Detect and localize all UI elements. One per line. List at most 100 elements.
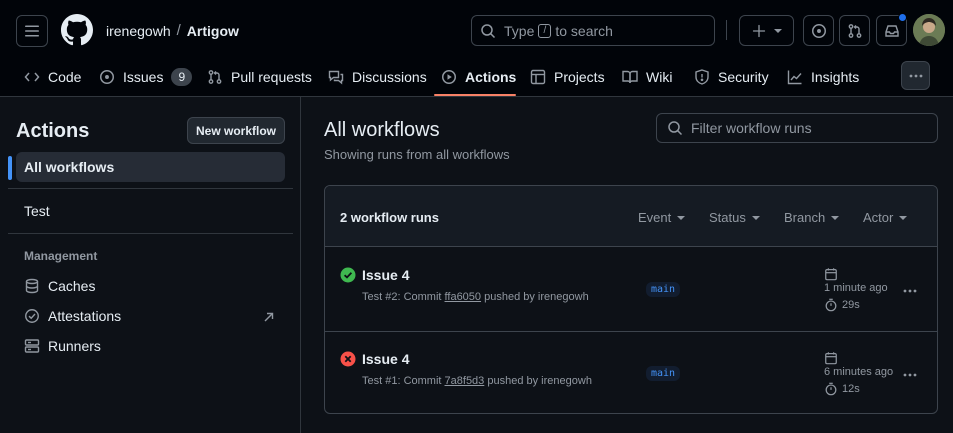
- server-icon: [24, 339, 40, 353]
- tab-projects[interactable]: Projects: [530, 58, 605, 96]
- menu-button[interactable]: [16, 15, 48, 47]
- runs-list-header: 2 workflow runs Event Status Branch Acto…: [325, 186, 937, 247]
- x-circle-icon: [340, 351, 356, 367]
- sidebar-item-runners[interactable]: Runners: [16, 331, 285, 361]
- event-filter-dropdown[interactable]: Event: [638, 210, 686, 225]
- pull-request-icon: [208, 70, 222, 84]
- search-prefix: Type: [504, 22, 535, 39]
- search-icon: [481, 23, 496, 38]
- repo-name-link[interactable]: Artigow: [187, 23, 239, 39]
- tab-code[interactable]: Code: [24, 58, 81, 96]
- verified-icon: [25, 309, 39, 323]
- kebab-horizontal-icon[interactable]: [902, 283, 918, 299]
- sidebar-divider-line: [8, 233, 293, 234]
- play-icon: [442, 70, 456, 84]
- tab-wiki[interactable]: Wiki: [622, 58, 672, 96]
- github-logo-icon[interactable]: [61, 14, 93, 46]
- run-duration: 29s: [842, 299, 860, 311]
- sidebar-item-label: Runners: [48, 338, 101, 354]
- sidebar-item-test[interactable]: Test: [16, 196, 285, 226]
- dropdown-label: Status: [709, 210, 746, 225]
- active-item-marker: [8, 156, 12, 180]
- inbox-icon: [884, 24, 899, 37]
- breadcrumb-separator: /: [176, 22, 181, 39]
- search-suffix: to search: [555, 22, 613, 39]
- sidebar-divider-line: [8, 188, 293, 189]
- branch-badge[interactable]: main: [646, 282, 681, 297]
- page-subtitle: Showing runs from all workflows: [324, 147, 510, 162]
- actor-filter-dropdown[interactable]: Actor: [863, 210, 908, 225]
- tab-issues[interactable]: Issues 9: [99, 58, 193, 96]
- tab-label: Wiki: [646, 69, 673, 85]
- your-issues-button[interactable]: [803, 15, 834, 46]
- stopwatch-icon: [825, 382, 837, 396]
- search-shortcut-key: /: [538, 23, 552, 38]
- dropdown-label: Event: [638, 210, 672, 225]
- create-new-button[interactable]: [739, 15, 794, 46]
- tab-label: Code: [48, 69, 82, 85]
- global-search[interactable]: Type / to search: [471, 15, 715, 46]
- sidebar-item-attestations[interactable]: Attestations: [16, 301, 285, 331]
- run-duration: 12s: [842, 383, 860, 395]
- tab-pull-requests[interactable]: Pull requests: [207, 58, 312, 96]
- run-meta-suffix: pushed by irenegowh: [487, 375, 592, 387]
- sidebar-item-label: Attestations: [48, 308, 122, 324]
- tab-insights[interactable]: Insights: [787, 58, 859, 96]
- search-icon: [668, 121, 683, 136]
- table-row[interactable]: Issue 4 Test #2: Commit ffa6050 pushed b…: [325, 248, 937, 331]
- tab-discussions[interactable]: Discussions: [328, 58, 427, 96]
- run-timing: 1 minute ago 29s: [824, 267, 888, 312]
- filter-runs-input[interactable]: Filter workflow runs: [656, 113, 938, 143]
- filter-placeholder: Filter workflow runs: [691, 120, 812, 136]
- tab-label: Pull requests: [231, 69, 312, 85]
- database-icon: [25, 278, 39, 294]
- issues-count-badge: 9: [171, 68, 193, 86]
- discussion-icon: [328, 70, 344, 85]
- sidebar-item-label: All workflows: [24, 159, 115, 175]
- stopwatch-icon: [825, 298, 837, 312]
- workflow-runs-list: 2 workflow runs Event Status Branch Acto…: [324, 185, 938, 414]
- notification-indicator: [898, 13, 907, 22]
- breadcrumb: irenegowh / Artigow: [106, 22, 239, 39]
- run-title-link[interactable]: Issue 4: [362, 267, 409, 283]
- kebab-horizontal-icon[interactable]: [902, 367, 918, 383]
- status-filter-dropdown[interactable]: Status: [709, 210, 760, 225]
- sidebar-item-all-workflows[interactable]: All workflows: [16, 152, 285, 182]
- run-meta: Test #1: Commit 7a8f5d3 pushed by ireneg…: [362, 375, 592, 387]
- tab-label: Issues: [123, 69, 164, 85]
- tab-label: Insights: [811, 69, 860, 85]
- chevron-down-icon: [751, 215, 760, 220]
- run-title-link[interactable]: Issue 4: [362, 351, 409, 367]
- branch-badge[interactable]: main: [646, 366, 681, 381]
- graph-icon: [787, 70, 802, 85]
- run-meta-prefix: Test #2: Commit: [362, 291, 442, 303]
- table-row[interactable]: Issue 4 Test #1: Commit 7a8f5d3 pushed b…: [325, 331, 937, 413]
- run-timing: 6 minutes ago 12s: [824, 351, 893, 396]
- your-pull-requests-button[interactable]: [839, 15, 870, 46]
- issue-icon: [811, 23, 826, 38]
- tab-label: Discussions: [352, 69, 427, 85]
- run-time: 6 minutes ago: [824, 366, 894, 378]
- tab-label: Actions: [465, 69, 517, 85]
- calendar-icon: [825, 268, 837, 281]
- avatar[interactable]: [913, 14, 945, 46]
- tab-security[interactable]: Security: [694, 58, 769, 96]
- sidebar-divider: [300, 97, 301, 433]
- new-workflow-button[interactable]: New workflow: [187, 117, 285, 144]
- branch-filter-dropdown[interactable]: Branch: [784, 210, 840, 225]
- check-circle-icon: [340, 267, 356, 283]
- page-title: All workflows: [324, 119, 440, 141]
- run-meta: Test #2: Commit ffa6050 pushed by ireneg…: [362, 291, 589, 303]
- more-tabs-button[interactable]: [901, 61, 930, 90]
- repo-owner-link[interactable]: irenegowh: [106, 23, 171, 39]
- commit-link[interactable]: ffa6050: [445, 291, 482, 303]
- tab-actions[interactable]: Actions: [441, 58, 516, 96]
- run-time: 1 minute ago: [824, 282, 888, 294]
- chevron-down-icon: [831, 215, 840, 220]
- shield-icon: [695, 69, 709, 85]
- chevron-down-icon: [899, 215, 908, 220]
- commit-link[interactable]: 7a8f5d3: [445, 375, 485, 387]
- management-heading: Management: [24, 249, 98, 263]
- dropdown-label: Branch: [784, 210, 826, 225]
- sidebar-item-caches[interactable]: Caches: [16, 271, 285, 301]
